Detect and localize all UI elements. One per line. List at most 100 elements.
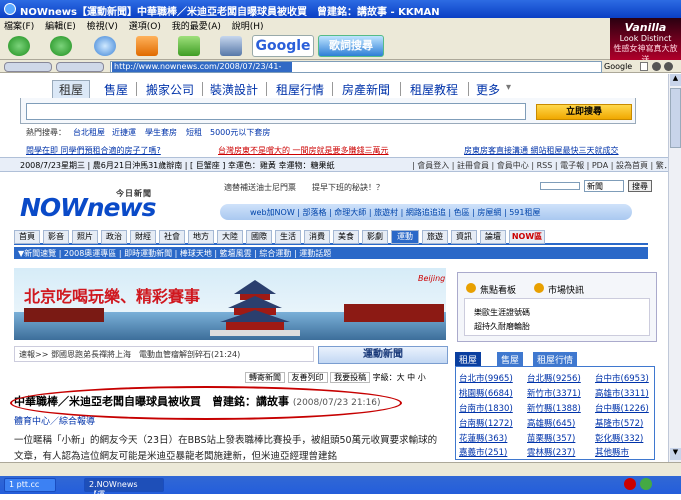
menu-item-favorites[interactable]: 我的最愛(A) bbox=[172, 22, 221, 32]
nav-item[interactable]: 影音 bbox=[43, 230, 69, 244]
promo-link[interactable]: 台灣房東不是嚐大的 一間房就是要多賺錢三萬元 bbox=[218, 145, 389, 156]
nav-item[interactable]: 照片 bbox=[72, 230, 98, 244]
nav-item[interactable]: 大陸 bbox=[217, 230, 243, 244]
address-go-button[interactable] bbox=[56, 62, 104, 72]
region-link[interactable]: 台北縣(9256) bbox=[527, 372, 581, 384]
nav-item[interactable]: 國際 bbox=[246, 230, 272, 244]
region-link[interactable]: 台南市(1830) bbox=[459, 402, 513, 414]
forward-news-link[interactable]: 轉寄新聞 bbox=[245, 372, 285, 383]
hot-search-link[interactable]: 近捷運 bbox=[112, 127, 136, 138]
region-link[interactable]: 台中縣(1226) bbox=[595, 402, 649, 414]
region-tab-sell[interactable]: 售屋 bbox=[497, 352, 524, 366]
sports-news-button[interactable]: 運動新聞 bbox=[318, 346, 448, 364]
nav-item[interactable]: 財經 bbox=[130, 230, 156, 244]
nav-item[interactable]: 政治 bbox=[101, 230, 127, 244]
nav-item-sports[interactable]: 運動 bbox=[391, 230, 419, 244]
nav-item[interactable]: 地方 bbox=[188, 230, 214, 244]
focus-board-link[interactable]: 焦點看板 bbox=[480, 283, 516, 296]
region-link[interactable]: 基隆市(572) bbox=[595, 417, 643, 429]
region-link[interactable]: 桃園縣(6684) bbox=[459, 387, 513, 399]
tab-moving[interactable]: 搬家公司 bbox=[146, 80, 194, 98]
service-links-bar[interactable]: web加NOW | 部落格 | 命理大師 | 旅遊村 | 網路追追追 | 色區 … bbox=[220, 204, 632, 220]
tab-rent-guide[interactable]: 租屋教程 bbox=[410, 80, 458, 98]
menu-item-file[interactable]: 檔案(F) bbox=[4, 22, 34, 32]
favorites-icon[interactable] bbox=[178, 36, 200, 56]
vanilla-ad-banner[interactable]: Vanilla Look Distinct 性感女神寫真大放送 bbox=[610, 18, 681, 64]
promo-link[interactable]: 閱學在即 同學們預租合適的房子了嗎? bbox=[26, 145, 161, 156]
property-search-input[interactable] bbox=[26, 103, 526, 120]
search-now-button[interactable]: 立即搜尋 bbox=[536, 104, 632, 120]
region-tab-market[interactable]: 租屋行情 bbox=[533, 352, 578, 366]
nav-item[interactable]: 論壇 bbox=[480, 230, 506, 244]
taskbar-item[interactable]: 1 ptt.cc bbox=[4, 478, 56, 492]
promo-link[interactable]: 房東房客直接溝通 網站租屋最快三天就成交 bbox=[464, 145, 619, 156]
nav-item[interactable]: 社會 bbox=[159, 230, 185, 244]
address-left-button[interactable] bbox=[4, 62, 52, 72]
hot-search-link[interactable]: 台北租屋 bbox=[73, 127, 105, 138]
refresh-icon[interactable] bbox=[94, 36, 116, 56]
sidebox-item[interactable]: 超持久耐磨輪胎 bbox=[474, 321, 530, 332]
region-link[interactable]: 其他縣市 bbox=[595, 446, 629, 458]
nav-item[interactable]: 美食 bbox=[333, 230, 359, 244]
tab-property-news[interactable]: 房產新聞 bbox=[342, 80, 390, 98]
print-icon[interactable] bbox=[220, 36, 242, 56]
region-link[interactable]: 新竹市(3371) bbox=[527, 387, 581, 399]
market-news-link[interactable]: 市場快訊 bbox=[548, 283, 584, 296]
news-select[interactable]: 新聞 bbox=[584, 180, 624, 192]
tray-icon[interactable] bbox=[624, 478, 636, 490]
home-icon[interactable] bbox=[136, 36, 158, 56]
address-url[interactable]: http://www.nownews.com/2008/07/23/41-230… bbox=[112, 62, 292, 81]
scroll-down-icon[interactable]: ▼ bbox=[670, 448, 681, 460]
region-tab-rent[interactable]: 租屋 bbox=[455, 352, 482, 366]
tab-more[interactable]: 更多 bbox=[476, 80, 500, 98]
region-link[interactable]: 苗栗縣(357) bbox=[527, 432, 575, 444]
minimize-bar-icon[interactable] bbox=[652, 62, 661, 71]
sidebox-item[interactable]: 樂歐生涯證號碼 bbox=[474, 307, 530, 318]
article-category[interactable]: 體育中心／綜合報導 bbox=[14, 414, 95, 427]
hot-search-link[interactable]: 學生套房 bbox=[145, 127, 177, 138]
search-toggle-icon[interactable] bbox=[640, 62, 648, 71]
nav-item[interactable]: 首頁 bbox=[14, 230, 40, 244]
scroll-up-icon[interactable]: ▲ bbox=[670, 74, 681, 86]
service-links[interactable]: web加NOW | 部落格 | 命理大師 | 旅遊村 | 網路追追追 | 色區 … bbox=[250, 208, 540, 217]
tab-rent-market[interactable]: 租屋行情 bbox=[276, 80, 324, 98]
member-links[interactable]: | 會員登入 | 註冊會員 | 會員中心 | RSS | 電子報 | PDA |… bbox=[412, 160, 680, 171]
menu-item-options[interactable]: 選項(O) bbox=[129, 22, 161, 32]
breaking-news-ticker[interactable]: 速報>> 鄧國恩跑弟長禪將上海 電動血管瘤解剖碎石(21:24) bbox=[14, 346, 314, 362]
region-link[interactable]: 台北市(9965) bbox=[459, 372, 513, 384]
tray-icon[interactable] bbox=[640, 478, 652, 490]
vertical-scrollbar[interactable]: ▲ ▼ bbox=[668, 74, 681, 462]
region-link[interactable]: 彰化縣(332) bbox=[595, 432, 643, 444]
lyric-search-button[interactable]: 歌詞搜尋 bbox=[318, 35, 384, 57]
region-link[interactable]: 雲林縣(237) bbox=[527, 446, 575, 458]
nav-item-now[interactable]: NOW區 bbox=[509, 230, 545, 244]
close-bar-icon[interactable] bbox=[664, 62, 673, 71]
tab-sell[interactable]: 售屋 bbox=[104, 80, 128, 98]
nav-item[interactable]: 影劇 bbox=[362, 230, 388, 244]
font-size-control[interactable]: 字級：大 中 小 bbox=[373, 373, 426, 382]
subnav-links[interactable]: ▼新聞速覽 | 2008奧運專區 | 即時運動新聞 | 棒球天地 | 籃壇風雲 … bbox=[18, 249, 331, 258]
region-link[interactable]: 新竹縣(1388) bbox=[527, 402, 581, 414]
region-link[interactable]: 台中市(6953) bbox=[595, 372, 649, 384]
taskbar-item-active[interactable]: 2.NOWnews【運... bbox=[84, 478, 164, 499]
menu-item-edit[interactable]: 編輯(E) bbox=[45, 22, 76, 32]
nownews-logo[interactable]: NOWnews 今日新聞 bbox=[20, 189, 180, 223]
tab-decor[interactable]: 裝潢設計 bbox=[210, 80, 258, 98]
nav-item[interactable]: 消費 bbox=[304, 230, 330, 244]
nav-item[interactable]: 生活 bbox=[275, 230, 301, 244]
tagline[interactable]: 適替補送油士尼門票 提早下班的秘訣！？ bbox=[224, 182, 384, 193]
small-search-input[interactable] bbox=[540, 182, 580, 190]
chevron-down-icon[interactable]: ▾ bbox=[506, 82, 511, 93]
region-link[interactable]: 嘉義市(251) bbox=[459, 446, 507, 458]
region-link[interactable]: 台南縣(1272) bbox=[459, 417, 513, 429]
hot-search-link[interactable]: 短租 bbox=[186, 127, 202, 138]
submit-link[interactable]: 我要投稿 bbox=[330, 372, 371, 383]
back-arrow-icon[interactable] bbox=[8, 36, 30, 56]
sports-subnav[interactable]: ▼新聞速覽 | 2008奧運專區 | 即時運動新聞 | 棒球天地 | 籃壇風雲 … bbox=[14, 247, 648, 259]
region-link[interactable]: 花蓮縣(363) bbox=[459, 432, 507, 444]
menu-item-help[interactable]: 說明(H) bbox=[232, 22, 264, 32]
tab-rent[interactable]: 租屋 bbox=[52, 80, 91, 98]
region-link[interactable]: 高雄市(3311) bbox=[595, 387, 649, 399]
region-link[interactable]: 高雄縣(645) bbox=[527, 417, 575, 429]
nav-item[interactable]: 旅遊 bbox=[422, 230, 448, 244]
